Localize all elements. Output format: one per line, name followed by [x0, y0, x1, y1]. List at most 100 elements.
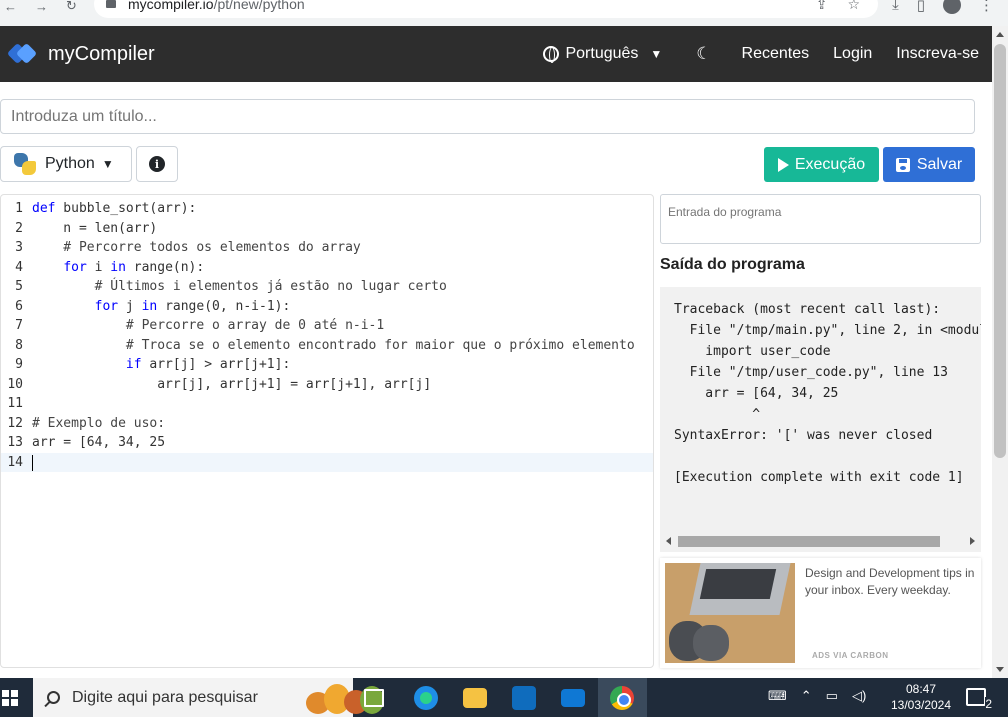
info-icon: i	[149, 156, 165, 172]
line-number: 13	[7, 435, 23, 450]
microsoft-store-icon[interactable]	[512, 686, 536, 710]
code-line[interactable]: 6 for j in range(0, n-i-1):	[1, 297, 653, 317]
site-header: myCompiler Português ▼ ☾ Recentes Login …	[0, 26, 992, 82]
code-editor[interactable]: 1 def bubble_sort(arr): 2 n = len(arr) 3 # …	[0, 194, 654, 668]
logo-icon	[6, 42, 38, 65]
code-line[interactable]: 9 if arr[j] > arr[j+1]:	[1, 355, 653, 375]
page-scrollbar[interactable]	[992, 26, 1008, 678]
nav-link-signup[interactable]: Inscreva-se	[896, 45, 979, 63]
edge-browser-icon[interactable]	[414, 686, 438, 710]
share-icon[interactable]: ⇪	[816, 0, 828, 13]
lock-icon	[106, 0, 116, 8]
program-input[interactable]	[660, 194, 981, 244]
run-button[interactable]: Execução	[764, 147, 879, 182]
language-dropdown-label: Python	[45, 155, 95, 172]
scroll-down-icon[interactable]	[996, 667, 1004, 672]
code-text: if arr[j] > arr[j+1]:	[125, 357, 291, 372]
code-line[interactable]: 12 # Exemplo de uso:	[1, 414, 653, 434]
code-text: # Percorre o array de 0 até n-i-1	[32, 318, 385, 333]
output-text: Traceback (most recent call last): File …	[674, 302, 981, 485]
url-path: /pt/new/python	[213, 0, 305, 12]
browser-nav: ← → ↻	[0, 0, 77, 14]
windows-start-icon[interactable]	[2, 690, 18, 706]
nav-link-login[interactable]: Login	[833, 45, 872, 63]
code-line[interactable]: 4 for i in range(n):	[1, 258, 653, 278]
code-line[interactable]: 13 arr = [64, 34, 25	[1, 433, 653, 453]
address-bar[interactable]: mycompiler.io/pt/new/python ⇪ ☆	[94, 0, 878, 18]
mail-icon[interactable]	[561, 689, 585, 707]
code-line[interactable]: 3 # Percorre todos os elementos do array	[1, 238, 653, 258]
windows-taskbar: Digite aqui para pesquisar ⌨ ⌃ ▭ ◁) 08:4…	[0, 678, 1008, 717]
info-button[interactable]: i	[136, 146, 178, 182]
line-number: 6	[15, 298, 23, 314]
download-icon[interactable]: ⤓	[892, 0, 899, 14]
logo[interactable]: myCompiler	[6, 42, 155, 66]
carbon-ad[interactable]: Design and Development tips in your inbo…	[660, 558, 981, 668]
save-button[interactable]: Salvar	[883, 147, 975, 182]
network-icon[interactable]: ▭	[826, 688, 838, 704]
output-scrollbar[interactable]	[660, 531, 981, 552]
code-line[interactable]: 7 # Percorre o array de 0 até n-i-1	[1, 316, 653, 336]
language-dropdown[interactable]: Python ▼	[0, 146, 132, 182]
code-line[interactable]: 5 # Últimos i elementos já estão no luga…	[1, 277, 653, 297]
chrome-browser-icon[interactable]	[610, 686, 634, 710]
url-host: mycompiler.io	[128, 0, 214, 12]
clock[interactable]: 08:47 13/03/2024	[886, 681, 956, 713]
line-number: 9	[15, 357, 23, 372]
bookmark-star-icon[interactable]: ☆	[847, 0, 860, 13]
floppy-disk-icon	[895, 157, 910, 172]
taskbar-search-placeholder: Digite aqui para pesquisar	[72, 688, 258, 706]
task-view-icon[interactable]	[364, 689, 384, 707]
reload-icon[interactable]: ↻	[66, 0, 77, 14]
browser-menu-icon[interactable]: ⋮	[979, 0, 994, 14]
output-scrollbar-thumb[interactable]	[678, 536, 940, 547]
notification-count: 2	[985, 697, 992, 711]
scroll-up-icon[interactable]	[996, 32, 1004, 37]
language-selector[interactable]: Português ▼	[543, 45, 662, 63]
code-text: arr = [64, 34, 25	[32, 435, 166, 450]
line-number: 4	[15, 259, 23, 275]
browser-toolbar: ← → ↻ mycompiler.io/pt/new/python ⇪ ☆ ⤓ …	[0, 0, 1008, 26]
line-number: 14	[7, 454, 23, 470]
forward-icon[interactable]: →	[35, 0, 48, 14]
ad-image[interactable]	[665, 563, 795, 663]
scroll-left-icon[interactable]	[666, 537, 671, 545]
code-text: # Últimos i elementos já estão no lugar …	[32, 279, 447, 294]
chevron-up-icon[interactable]: ⌃	[801, 688, 812, 704]
ad-via-label[interactable]: ADS VIA CARBON	[812, 651, 888, 660]
code-line[interactable]: 1 def bubble_sort(arr):	[1, 199, 653, 219]
volume-icon[interactable]: ◁)	[852, 688, 866, 704]
keyboard-icon[interactable]: ⌨	[768, 688, 787, 704]
code-text: arr[j], arr[j+1] = arr[j+1], arr[j]	[32, 376, 432, 392]
chevron-down-icon: ▼	[650, 47, 663, 61]
title-input[interactable]	[0, 99, 975, 134]
code-text: # Troca se o elemento encontrado for mai…	[32, 337, 635, 353]
chevron-down-icon: ▼	[101, 157, 114, 171]
code-line[interactable]: 2 n = len(arr)	[1, 219, 653, 239]
play-icon	[777, 157, 789, 172]
search-icon	[47, 691, 60, 704]
taskbar-search[interactable]: Digite aqui para pesquisar	[33, 678, 384, 717]
dark-mode-toggle-icon[interactable]: ☾	[696, 44, 711, 64]
clock-date: 13/03/2024	[890, 698, 952, 712]
file-explorer-icon[interactable]	[463, 688, 487, 708]
code-line[interactable]: 14	[1, 452, 653, 472]
profile-avatar-icon[interactable]	[943, 0, 961, 14]
line-number: 10	[7, 376, 23, 392]
line-number: 1	[15, 201, 23, 216]
notification-center-icon[interactable]: 2	[966, 688, 992, 711]
line-number: 12	[7, 415, 23, 431]
side-panel-icon[interactable]: ▯	[917, 0, 925, 14]
system-tray: ⌨ ⌃ ▭ ◁)	[768, 688, 866, 704]
ad-text[interactable]: Design and Development tips in your inbo…	[805, 565, 977, 599]
scrollbar-thumb[interactable]	[994, 44, 1006, 458]
nav-link-recent[interactable]: Recentes	[742, 45, 810, 63]
browser-tools: ⤓ ▯ ⋮	[892, 0, 994, 14]
code-line[interactable]: 10 arr[j], arr[j+1] = arr[j+1], arr[j]	[1, 375, 653, 395]
code-line[interactable]: 8 # Troca se o elemento encontrado for m…	[1, 336, 653, 356]
back-icon[interactable]: ←	[4, 0, 17, 14]
code-text: # Percorre todos os elementos do array	[32, 240, 361, 255]
code-line[interactable]: 11	[1, 394, 653, 414]
scroll-right-icon[interactable]	[970, 537, 975, 545]
line-number: 2	[15, 220, 23, 236]
